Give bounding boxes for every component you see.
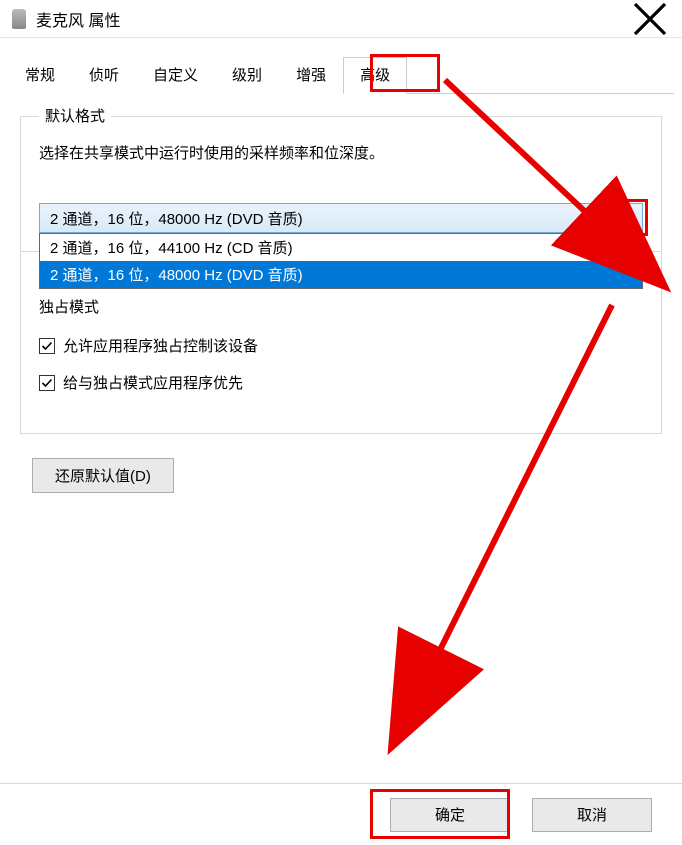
close-icon (630, 0, 670, 39)
format-option[interactable]: 2 通道，16 位，48000 Hz (DVD 音质) (40, 261, 642, 288)
checkbox-row: 允许应用程序独占控制该设备 (39, 335, 643, 356)
properties-window: 麦克风 属性 常规 侦听 自定义 级别 增强 高级 默认格式 选择在共享模式中运… (0, 0, 682, 845)
restore-defaults-button[interactable]: 还原默认值(D) (32, 458, 174, 493)
default-format-group: 默认格式 选择在共享模式中运行时使用的采样频率和位深度。 2 通道，16 位，4… (20, 116, 662, 252)
dialog-footer: 确定 取消 (0, 783, 682, 845)
titlebar: 麦克风 属性 (0, 0, 682, 38)
tab-levels[interactable]: 级别 (215, 57, 279, 94)
checkbox-label: 给与独占模式应用程序优先 (63, 372, 243, 393)
microphone-icon (12, 9, 26, 29)
checkbox-label: 允许应用程序独占控制该设备 (63, 335, 258, 356)
format-combobox[interactable]: 2 通道，16 位，48000 Hz (DVD 音质) (39, 203, 643, 233)
tabs: 常规 侦听 自定义 级别 增强 高级 (8, 56, 674, 94)
checkbox-allow-exclusive[interactable] (39, 338, 55, 354)
tab-panel-advanced: 默认格式 选择在共享模式中运行时使用的采样频率和位深度。 2 通道，16 位，4… (8, 94, 674, 493)
format-dropdown-list: 2 通道，16 位，44100 Hz (CD 音质) 2 通道，16 位，480… (39, 233, 643, 289)
checkmark-icon (41, 377, 53, 389)
checkmark-icon (41, 340, 53, 352)
format-combo-wrap: 2 通道，16 位，48000 Hz (DVD 音质) 2 通道，16 位，44… (39, 203, 643, 233)
close-button[interactable] (630, 0, 670, 38)
ok-button[interactable]: 确定 (390, 798, 510, 832)
tab-listen[interactable]: 侦听 (72, 57, 136, 94)
combobox-dropdown-button[interactable] (618, 204, 642, 232)
tab-custom[interactable]: 自定义 (136, 57, 215, 94)
group-title-exclusive: 独占模式 (39, 296, 643, 317)
checkbox-row: 给与独占模式应用程序优先 (39, 372, 643, 393)
tab-enhance[interactable]: 增强 (279, 57, 343, 94)
window-title: 麦克风 属性 (36, 7, 120, 31)
format-option[interactable]: 2 通道，16 位，44100 Hz (CD 音质) (40, 234, 642, 261)
group-title-default-format: 默认格式 (39, 105, 111, 126)
default-format-description: 选择在共享模式中运行时使用的采样频率和位深度。 (39, 142, 643, 163)
checkbox-exclusive-priority[interactable] (39, 375, 55, 391)
chevron-down-icon (625, 212, 637, 224)
cancel-button[interactable]: 取消 (532, 798, 652, 832)
tab-advanced[interactable]: 高级 (343, 57, 407, 94)
format-selected-value: 2 通道，16 位，48000 Hz (DVD 音质) (40, 208, 618, 229)
tab-general[interactable]: 常规 (8, 57, 72, 94)
